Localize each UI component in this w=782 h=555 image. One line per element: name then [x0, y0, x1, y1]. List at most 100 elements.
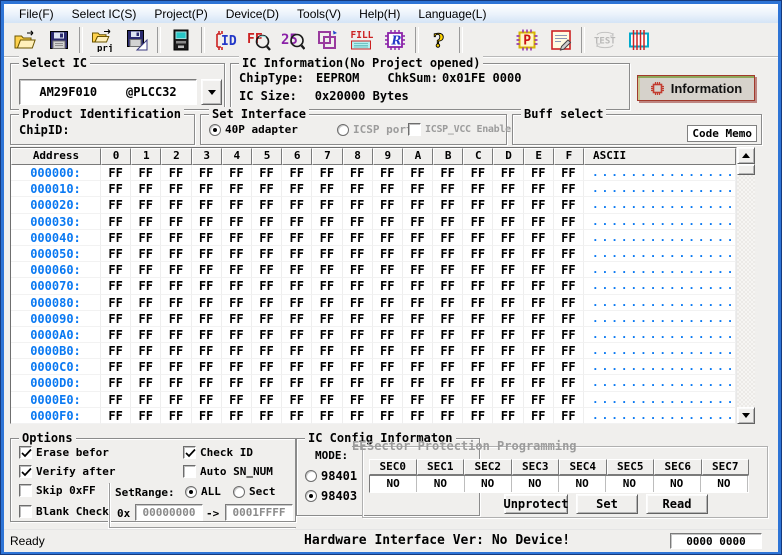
- hex-byte-cell[interactable]: FF: [403, 343, 433, 359]
- hex-byte-cell[interactable]: FF: [524, 392, 554, 408]
- hex-byte-cell[interactable]: FF: [463, 278, 493, 294]
- hex-byte-cell[interactable]: FF: [493, 246, 523, 262]
- hex-byte-cell[interactable]: FF: [343, 165, 373, 181]
- hex-byte-cell[interactable]: FF: [373, 246, 403, 262]
- hex-byte-cell[interactable]: FF: [252, 311, 282, 327]
- hex-byte-cell[interactable]: FF: [493, 262, 523, 278]
- hex-byte-cell[interactable]: FF: [493, 392, 523, 408]
- hex-byte-cell[interactable]: FF: [192, 214, 222, 230]
- hex-byte-cell[interactable]: FF: [101, 181, 131, 197]
- hex-byte-cell[interactable]: FF: [373, 165, 403, 181]
- menu-item[interactable]: Tools(V): [288, 5, 350, 23]
- sector-value-cell[interactable]: NO: [465, 476, 512, 492]
- hex-byte-cell[interactable]: FF: [343, 311, 373, 327]
- hex-byte-cell[interactable]: FF: [222, 246, 252, 262]
- hex-byte-cell[interactable]: FF: [161, 181, 191, 197]
- hex-byte-cell[interactable]: FF: [101, 246, 131, 262]
- table-row[interactable]: 0000E0:FFFFFFFFFFFFFFFFFFFFFFFFFFFFFFFF.…: [11, 392, 736, 408]
- hex-byte-cell[interactable]: FF: [403, 262, 433, 278]
- menu-item[interactable]: Help(H): [350, 5, 409, 23]
- hex-byte-cell[interactable]: FF: [282, 230, 312, 246]
- hex-byte-cell[interactable]: FF: [493, 165, 523, 181]
- hex-byte-cell[interactable]: FF: [554, 359, 584, 375]
- save-file-button[interactable]: [42, 26, 76, 54]
- unprotect-button[interactable]: Unprotect: [504, 494, 568, 514]
- hex-byte-cell[interactable]: FF: [192, 197, 222, 213]
- hex-byte-cell[interactable]: FF: [161, 392, 191, 408]
- hex-byte-cell[interactable]: FF: [433, 278, 463, 294]
- hex-byte-cell[interactable]: FF: [131, 311, 161, 327]
- hex-byte-cell[interactable]: FF: [403, 327, 433, 343]
- hex-byte-cell[interactable]: FF: [131, 246, 161, 262]
- hex-byte-cell[interactable]: FF: [554, 246, 584, 262]
- hex-byte-cell[interactable]: FF: [463, 343, 493, 359]
- hex-byte-cell[interactable]: FF: [161, 246, 191, 262]
- hex-byte-cell[interactable]: FF: [312, 343, 342, 359]
- checkbox-blank-check[interactable]: Blank Check: [19, 505, 109, 518]
- hex-byte-cell[interactable]: FF: [463, 408, 493, 424]
- hex-byte-cell[interactable]: FF: [101, 214, 131, 230]
- sector-value-cell[interactable]: NO: [559, 476, 606, 492]
- range-from-input[interactable]: 00000000: [135, 504, 203, 521]
- hex-byte-cell[interactable]: FF: [101, 327, 131, 343]
- hex-byte-cell[interactable]: FF: [131, 392, 161, 408]
- hex-byte-cell[interactable]: FF: [131, 295, 161, 311]
- hex-byte-cell[interactable]: FF: [493, 278, 523, 294]
- hex-byte-cell[interactable]: FF: [131, 278, 161, 294]
- hex-byte-cell[interactable]: FF: [252, 197, 282, 213]
- hex-byte-cell[interactable]: FF: [493, 408, 523, 424]
- hex-byte-cell[interactable]: FF: [252, 375, 282, 391]
- hex-byte-cell[interactable]: FF: [192, 375, 222, 391]
- hex-byte-cell[interactable]: FF: [312, 246, 342, 262]
- hex-byte-cell[interactable]: FF: [403, 230, 433, 246]
- menu-item[interactable]: Language(L): [409, 5, 495, 23]
- hex-byte-cell[interactable]: FF: [493, 359, 523, 375]
- hex-byte-cell[interactable]: FF: [343, 262, 373, 278]
- menu-item[interactable]: Select IC(S): [63, 5, 146, 23]
- hex-byte-cell[interactable]: FF: [192, 246, 222, 262]
- hex-byte-cell[interactable]: FF: [554, 392, 584, 408]
- hex-byte-cell[interactable]: FF: [554, 295, 584, 311]
- scrollbar-thumb[interactable]: [737, 164, 755, 175]
- hex-byte-cell[interactable]: FF: [433, 295, 463, 311]
- hex-byte-cell[interactable]: FF: [373, 359, 403, 375]
- hex-byte-cell[interactable]: FF: [524, 295, 554, 311]
- hex-byte-cell[interactable]: FF: [554, 408, 584, 424]
- sector-value-cell[interactable]: NO: [701, 476, 748, 492]
- hex-byte-cell[interactable]: FF: [493, 375, 523, 391]
- hex-byte-cell[interactable]: FF: [433, 262, 463, 278]
- hex-byte-cell[interactable]: FF: [252, 278, 282, 294]
- hex-byte-cell[interactable]: FF: [373, 230, 403, 246]
- hex-byte-cell[interactable]: FF: [493, 230, 523, 246]
- hex-byte-cell[interactable]: FF: [524, 359, 554, 375]
- select-ic-combobox[interactable]: AM29F010 @PLCC32: [19, 79, 197, 105]
- hex-byte-cell[interactable]: FF: [252, 295, 282, 311]
- hex-byte-cell[interactable]: FF: [312, 165, 342, 181]
- hex-byte-cell[interactable]: FF: [554, 197, 584, 213]
- hex-byte-cell[interactable]: FF: [131, 343, 161, 359]
- hex-byte-cell[interactable]: FF: [433, 214, 463, 230]
- hex-byte-cell[interactable]: FF: [433, 392, 463, 408]
- table-row[interactable]: 000040:FFFFFFFFFFFFFFFFFFFFFFFFFFFFFFFF.…: [11, 230, 736, 246]
- radio-mode-98401[interactable]: 98401: [305, 469, 357, 483]
- sector-value-cell[interactable]: NO: [370, 476, 417, 492]
- table-row[interactable]: 000010:FFFFFFFFFFFFFFFFFFFFFFFFFFFFFFFF.…: [11, 181, 736, 197]
- hex-byte-cell[interactable]: FF: [343, 327, 373, 343]
- hex-byte-cell[interactable]: FF: [252, 230, 282, 246]
- hex-byte-cell[interactable]: FF: [373, 327, 403, 343]
- hex-byte-cell[interactable]: FF: [222, 278, 252, 294]
- hex-byte-cell[interactable]: FF: [463, 392, 493, 408]
- hex-byte-cell[interactable]: FF: [373, 295, 403, 311]
- hex-byte-cell[interactable]: FF: [463, 311, 493, 327]
- hex-byte-cell[interactable]: FF: [312, 214, 342, 230]
- checkbox-erase-before[interactable]: Erase befor: [19, 446, 111, 459]
- edit-buffer-button[interactable]: [544, 26, 578, 54]
- hex-byte-cell[interactable]: FF: [524, 278, 554, 294]
- hex-byte-cell[interactable]: FF: [101, 408, 131, 424]
- verify-25-button[interactable]: 25: [276, 26, 310, 54]
- hex-byte-cell[interactable]: FF: [554, 230, 584, 246]
- hex-byte-cell[interactable]: FF: [222, 327, 252, 343]
- hex-byte-cell[interactable]: FF: [222, 262, 252, 278]
- hex-byte-cell[interactable]: FF: [222, 197, 252, 213]
- table-row[interactable]: 000070:FFFFFFFFFFFFFFFFFFFFFFFFFFFFFFFF.…: [11, 278, 736, 294]
